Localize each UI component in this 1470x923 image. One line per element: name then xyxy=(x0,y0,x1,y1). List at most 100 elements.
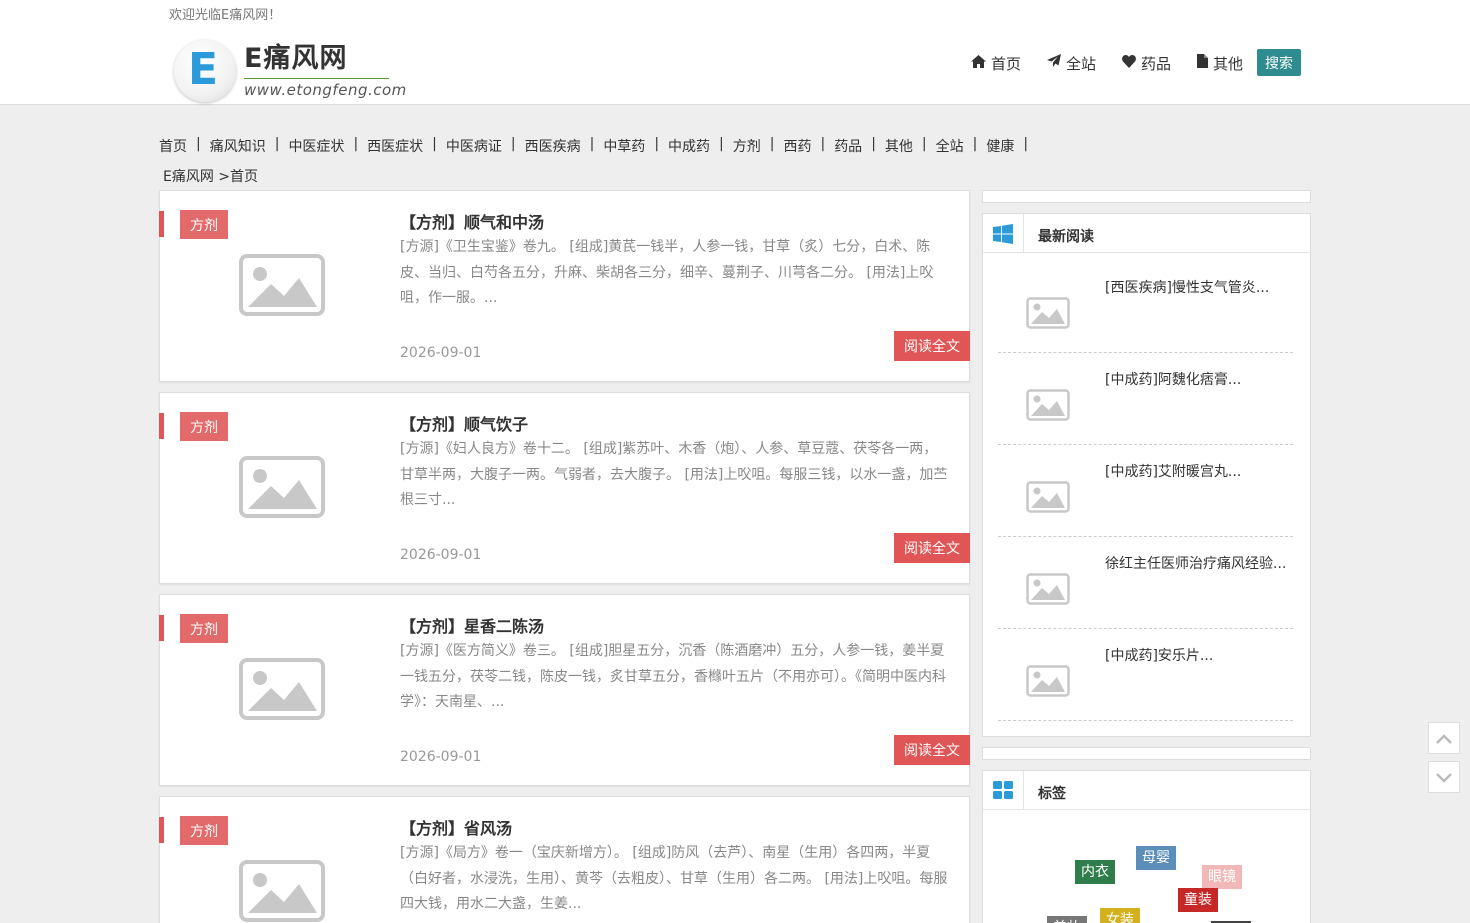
catnav-item-patent-medicine[interactable]: 中成药 xyxy=(668,136,710,156)
logo-name: E痛风网 xyxy=(244,43,348,74)
article-summary: [方源]《妇人良方》卷十二。 [组成]紫苏叶、木香（炮）、人参、草豆蔻、茯苓各一… xyxy=(400,441,948,508)
latest-item[interactable]: [中成药]阿魏化痞膏... xyxy=(998,353,1293,445)
category-tag[interactable]: 方剂 xyxy=(180,412,228,441)
panel-title: 标签 xyxy=(1038,786,1066,802)
latest-item-title: [中成药]阿魏化痞膏... xyxy=(1105,372,1242,388)
article-title[interactable]: 【方剂】顺气饮子 xyxy=(400,411,528,435)
topnav-other[interactable]: 其他 xyxy=(1197,53,1243,74)
article-title[interactable]: 【方剂】星香二陈汤 xyxy=(400,613,544,637)
catnav-item-tcm-syndromes[interactable]: 中医病证 xyxy=(446,136,502,156)
catnav-item-western-medicine[interactable]: 西药 xyxy=(783,136,811,156)
latest-reading-panel: 最新阅读 [西医疾病]慢性支气管炎... [中成药]阿魏化痞膏... [中成药]… xyxy=(982,213,1311,737)
sidebar-top-strip xyxy=(982,190,1311,203)
catnav-item-gout-knowledge[interactable]: 痛风知识 xyxy=(210,136,266,156)
catnav-item-prescriptions[interactable]: 方剂 xyxy=(733,136,761,156)
card-accent-mark xyxy=(159,817,164,843)
image-placeholder-icon xyxy=(1026,481,1070,517)
image-placeholder-icon xyxy=(1026,389,1070,425)
topnav-drugs-label: 药品 xyxy=(1141,54,1172,73)
tag-item[interactable]: 童装 xyxy=(1178,888,1218,912)
topnav-all-label: 全站 xyxy=(1066,54,1097,73)
chevron-up-icon xyxy=(1436,729,1452,748)
read-more-button[interactable]: 阅读全文 xyxy=(894,735,970,765)
catnav-separator: | xyxy=(820,136,826,152)
tag-item[interactable]: 母婴 xyxy=(1136,846,1176,870)
sidebar-mid-strip xyxy=(982,747,1311,760)
catnav-separator: | xyxy=(654,136,660,152)
read-more-button[interactable]: 阅读全文 xyxy=(894,331,970,361)
catnav-item-wm-symptoms[interactable]: 西医症状 xyxy=(367,136,423,156)
home-icon xyxy=(971,54,991,72)
article-card: 方剂 【方剂】星香二陈汤 [方源]《医方简义》卷三。 [组成]胆星五分，沉香（陈… xyxy=(159,594,970,786)
catnav-item-home[interactable]: 首页 xyxy=(159,136,187,156)
panel-title: 最新阅读 xyxy=(1038,229,1094,245)
file-icon xyxy=(1197,54,1213,72)
category-tag[interactable]: 方剂 xyxy=(180,816,228,845)
chevron-down-icon xyxy=(1436,768,1452,787)
catnav-separator: | xyxy=(510,136,516,152)
image-placeholder-icon[interactable] xyxy=(239,254,325,320)
catnav-item-tcm-symptoms[interactable]: 中医症状 xyxy=(288,136,344,156)
topnav-other-label: 其他 xyxy=(1213,54,1244,73)
topnav-home[interactable]: 首页 xyxy=(971,53,1021,74)
catnav-separator: | xyxy=(432,136,437,152)
tags-panel: 标签 内衣 母婴 眼镜 童装 女装 美妆 男装 xyxy=(982,770,1311,923)
latest-item[interactable]: [西医疾病]慢性支气管炎... xyxy=(998,261,1293,353)
scroll-bottom-button[interactable] xyxy=(1428,761,1460,793)
image-placeholder-icon[interactable] xyxy=(239,860,325,923)
site-logo[interactable]: E E痛风网 www.etongfeng.com xyxy=(172,38,406,104)
article-date: 2026-09-01 xyxy=(400,547,482,563)
tag-item[interactable]: 眼镜 xyxy=(1202,865,1242,889)
catnav-separator: | xyxy=(274,136,280,152)
catnav-separator: | xyxy=(353,136,359,152)
read-more-button[interactable]: 阅读全文 xyxy=(894,533,970,563)
paper-plane-icon xyxy=(1047,54,1066,72)
latest-item[interactable]: [中成药]安乐片... xyxy=(998,629,1293,721)
article-summary: [方源]《医方简义》卷三。 [组成]胆星五分，沉香（陈酒磨冲）五分，人参一钱，姜… xyxy=(400,643,946,710)
tag-item[interactable]: 内衣 xyxy=(1075,860,1115,884)
latest-item[interactable]: [中成药]艾附暖宫丸... xyxy=(998,445,1293,537)
scroll-top-button[interactable] xyxy=(1428,722,1460,754)
catnav-item-health[interactable]: 健康 xyxy=(986,136,1014,156)
topnav-drugs[interactable]: 药品 xyxy=(1122,53,1171,74)
category-tag[interactable]: 方剂 xyxy=(180,210,228,239)
article-card: 方剂 【方剂】顺气饮子 [方源]《妇人良方》卷十二。 [组成]紫苏叶、木香（炮）… xyxy=(159,392,970,584)
image-placeholder-icon[interactable] xyxy=(239,658,325,724)
category-nav: 首页 | 痛风知识 | 中医症状 | 西医症状 | 中医病证 | 西医疾病 | 中草药 | 中… xyxy=(159,136,1037,156)
latest-item-title: [中成药]艾附暖宫丸... xyxy=(1105,464,1242,480)
catnav-item-herbs[interactable]: 中草药 xyxy=(603,136,645,156)
card-accent-mark xyxy=(159,615,164,641)
category-tag[interactable]: 方剂 xyxy=(180,614,228,643)
heart-icon xyxy=(1122,54,1141,72)
tag-item[interactable]: 女装 xyxy=(1100,908,1140,923)
panel-header: 最新阅读 xyxy=(983,214,1310,253)
article-summary: [方源]《局方》卷一（宝庆新增方）。 [组成]防风（去芦）、南星（生用）各四两，… xyxy=(400,845,948,912)
latest-item-title: 徐红主任医师治疗痛风经验... xyxy=(1105,556,1287,572)
latest-item-title: [西医疾病]慢性支气管炎... xyxy=(1105,280,1270,296)
article-title[interactable]: 【方剂】省风汤 xyxy=(400,815,512,839)
windows-icon xyxy=(993,224,1013,248)
image-placeholder-icon[interactable] xyxy=(239,456,325,522)
tag-item[interactable]: 美妆 xyxy=(1047,916,1087,923)
catnav-separator: | xyxy=(871,136,876,152)
catnav-item-all[interactable]: 全站 xyxy=(936,136,964,156)
catnav-item-other[interactable]: 其他 xyxy=(885,136,913,156)
logo-url: www.etongfeng.com xyxy=(244,81,407,99)
topnav-all[interactable]: 全站 xyxy=(1047,53,1096,74)
article-title[interactable]: 【方剂】顺气和中汤 xyxy=(400,209,544,233)
catnav-item-drugs[interactable]: 药品 xyxy=(834,136,862,156)
breadcrumb: E痛风网 >首页 xyxy=(163,169,259,185)
article-card: 方剂 【方剂】省风汤 [方源]《局方》卷一（宝庆新增方）。 [组成]防风（去芦）… xyxy=(159,796,970,923)
site-header: 欢迎光临E痛风网！ E E痛风网 www.etongfeng.com 首页 全站… xyxy=(0,0,1470,105)
catnav-separator: | xyxy=(1023,136,1029,152)
topnav-home-label: 首页 xyxy=(991,54,1022,73)
catnav-separator: | xyxy=(921,136,927,152)
card-accent-mark xyxy=(159,211,164,237)
search-button[interactable]: 搜索 xyxy=(1257,49,1301,76)
image-placeholder-icon xyxy=(1026,573,1070,609)
latest-item[interactable]: 徐红主任医师治疗痛风经验... xyxy=(998,537,1293,629)
catnav-separator: | xyxy=(196,136,201,152)
logo-underline xyxy=(244,78,389,79)
catnav-item-wm-diseases[interactable]: 西医疾病 xyxy=(525,136,581,156)
catnav-separator: | xyxy=(589,136,595,152)
